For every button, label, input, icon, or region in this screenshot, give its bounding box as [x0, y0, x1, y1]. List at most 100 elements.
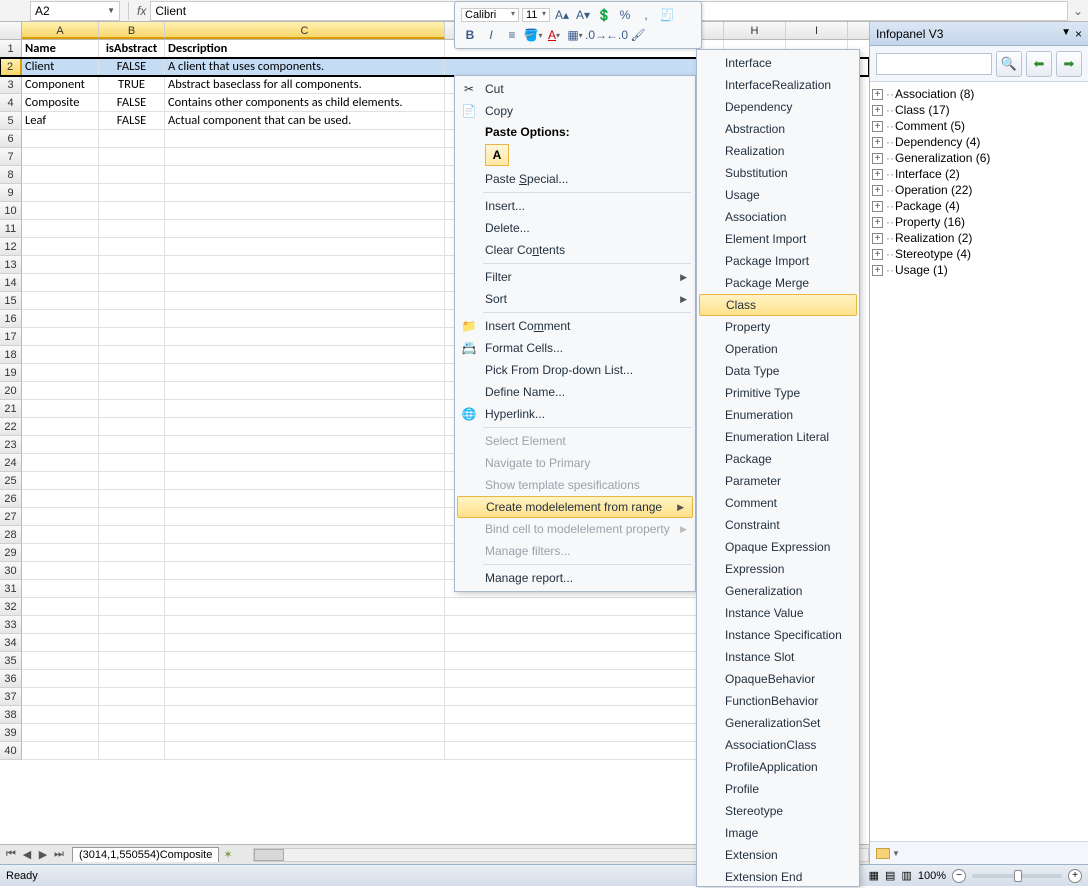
- cell[interactable]: [165, 634, 445, 652]
- cell[interactable]: [22, 436, 99, 454]
- submenu-item[interactable]: Parameter: [697, 470, 859, 492]
- submenu-item[interactable]: Operation: [697, 338, 859, 360]
- cell[interactable]: [165, 274, 445, 292]
- paste-option-values[interactable]: A: [485, 144, 509, 166]
- cell[interactable]: [165, 310, 445, 328]
- fill-color-icon[interactable]: 🪣▾: [524, 26, 542, 44]
- cell[interactable]: Component: [22, 76, 99, 94]
- cell[interactable]: [165, 400, 445, 418]
- row-header[interactable]: 20: [0, 382, 22, 400]
- submenu-item[interactable]: Instance Value: [697, 602, 859, 624]
- cell[interactable]: Leaf: [22, 112, 99, 130]
- row-header[interactable]: 37: [0, 688, 22, 706]
- cell[interactable]: [22, 130, 99, 148]
- cell[interactable]: [99, 310, 165, 328]
- row-header[interactable]: 27: [0, 508, 22, 526]
- cell[interactable]: [22, 670, 99, 688]
- fx-label[interactable]: fx: [137, 4, 146, 18]
- row-header[interactable]: 11: [0, 220, 22, 238]
- cell[interactable]: [99, 130, 165, 148]
- cell[interactable]: Client: [22, 58, 99, 76]
- row-header[interactable]: 2: [0, 58, 22, 76]
- sort-item[interactable]: Sort▶: [455, 288, 695, 310]
- submenu-item[interactable]: Enumeration Literal: [697, 426, 859, 448]
- submenu-item[interactable]: Property: [697, 316, 859, 338]
- submenu-item[interactable]: Expression: [697, 558, 859, 580]
- percent-icon[interactable]: %: [616, 6, 634, 24]
- cell[interactable]: [165, 346, 445, 364]
- cell[interactable]: isAbstract: [99, 40, 165, 58]
- cell[interactable]: [99, 688, 165, 706]
- row-header[interactable]: 38: [0, 706, 22, 724]
- submenu-item[interactable]: Element Import: [697, 228, 859, 250]
- tab-nav-last-icon[interactable]: ⏭: [52, 848, 66, 861]
- cell[interactable]: [99, 166, 165, 184]
- clear-contents-item[interactable]: Clear Contents: [455, 239, 695, 261]
- row-header[interactable]: 19: [0, 364, 22, 382]
- cell[interactable]: [165, 562, 445, 580]
- cell[interactable]: [165, 526, 445, 544]
- cell[interactable]: [22, 328, 99, 346]
- column-header-a[interactable]: A: [22, 22, 99, 39]
- row-header[interactable]: 13: [0, 256, 22, 274]
- column-header-i[interactable]: I: [786, 22, 848, 39]
- row-header[interactable]: 4: [0, 94, 22, 112]
- expand-icon[interactable]: +: [872, 121, 883, 132]
- cell[interactable]: [99, 544, 165, 562]
- tree-item[interactable]: +··Comment (5): [872, 118, 1086, 134]
- cell[interactable]: [165, 472, 445, 490]
- cell[interactable]: Abstract baseclass for all components.: [165, 76, 445, 94]
- cell[interactable]: [99, 220, 165, 238]
- pick-from-list-item[interactable]: Pick From Drop-down List...: [455, 359, 695, 381]
- submenu-item[interactable]: Dependency: [697, 96, 859, 118]
- chevron-down-icon[interactable]: ▼: [1061, 27, 1071, 41]
- cell[interactable]: [165, 508, 445, 526]
- cell[interactable]: [165, 688, 445, 706]
- cell[interactable]: [165, 580, 445, 598]
- row-header[interactable]: 8: [0, 166, 22, 184]
- delete-item[interactable]: Delete...: [455, 217, 695, 239]
- cell[interactable]: [99, 508, 165, 526]
- row-header[interactable]: 12: [0, 238, 22, 256]
- row-header[interactable]: 32: [0, 598, 22, 616]
- cell[interactable]: [99, 652, 165, 670]
- cell[interactable]: [99, 148, 165, 166]
- row-header[interactable]: 31: [0, 580, 22, 598]
- cell[interactable]: [22, 166, 99, 184]
- filter-item[interactable]: Filter▶: [455, 266, 695, 288]
- font-selector[interactable]: Calibri▾: [461, 8, 519, 22]
- cell[interactable]: [165, 454, 445, 472]
- tree-item[interactable]: +··Interface (2): [872, 166, 1086, 182]
- cell[interactable]: [99, 562, 165, 580]
- cell[interactable]: [22, 202, 99, 220]
- format-painter-icon[interactable]: 🖌: [629, 26, 647, 44]
- search-button[interactable]: 🔍: [996, 51, 1022, 77]
- row-header[interactable]: 26: [0, 490, 22, 508]
- create-modelelement-item[interactable]: Create modelelement from range▶: [457, 496, 693, 518]
- font-size-selector[interactable]: 11▾: [522, 8, 550, 22]
- expand-icon[interactable]: +: [872, 265, 883, 276]
- cell[interactable]: [22, 364, 99, 382]
- view-page-break-icon[interactable]: ▥: [901, 869, 911, 882]
- paste-special-item[interactable]: Paste Special...: [455, 168, 695, 190]
- cell[interactable]: [22, 148, 99, 166]
- borders-icon[interactable]: ▦▾: [566, 26, 584, 44]
- format-icon[interactable]: 🧾: [658, 6, 676, 24]
- name-box[interactable]: A2 ▼: [30, 1, 120, 21]
- submenu-item[interactable]: Package: [697, 448, 859, 470]
- submenu-item[interactable]: Class: [699, 294, 857, 316]
- cell[interactable]: [99, 202, 165, 220]
- tree-item[interactable]: +··Realization (2): [872, 230, 1086, 246]
- manage-report-item[interactable]: Manage report...: [455, 567, 695, 589]
- cell[interactable]: [22, 544, 99, 562]
- cell[interactable]: [22, 472, 99, 490]
- row-header[interactable]: 17: [0, 328, 22, 346]
- cell[interactable]: [165, 382, 445, 400]
- expand-icon[interactable]: +: [872, 105, 883, 116]
- submenu-item[interactable]: Usage: [697, 184, 859, 206]
- row-header[interactable]: 33: [0, 616, 22, 634]
- cell[interactable]: [165, 616, 445, 634]
- row-header[interactable]: 23: [0, 436, 22, 454]
- hyperlink-item[interactable]: 🌐Hyperlink...: [455, 403, 695, 425]
- define-name-item[interactable]: Define Name...: [455, 381, 695, 403]
